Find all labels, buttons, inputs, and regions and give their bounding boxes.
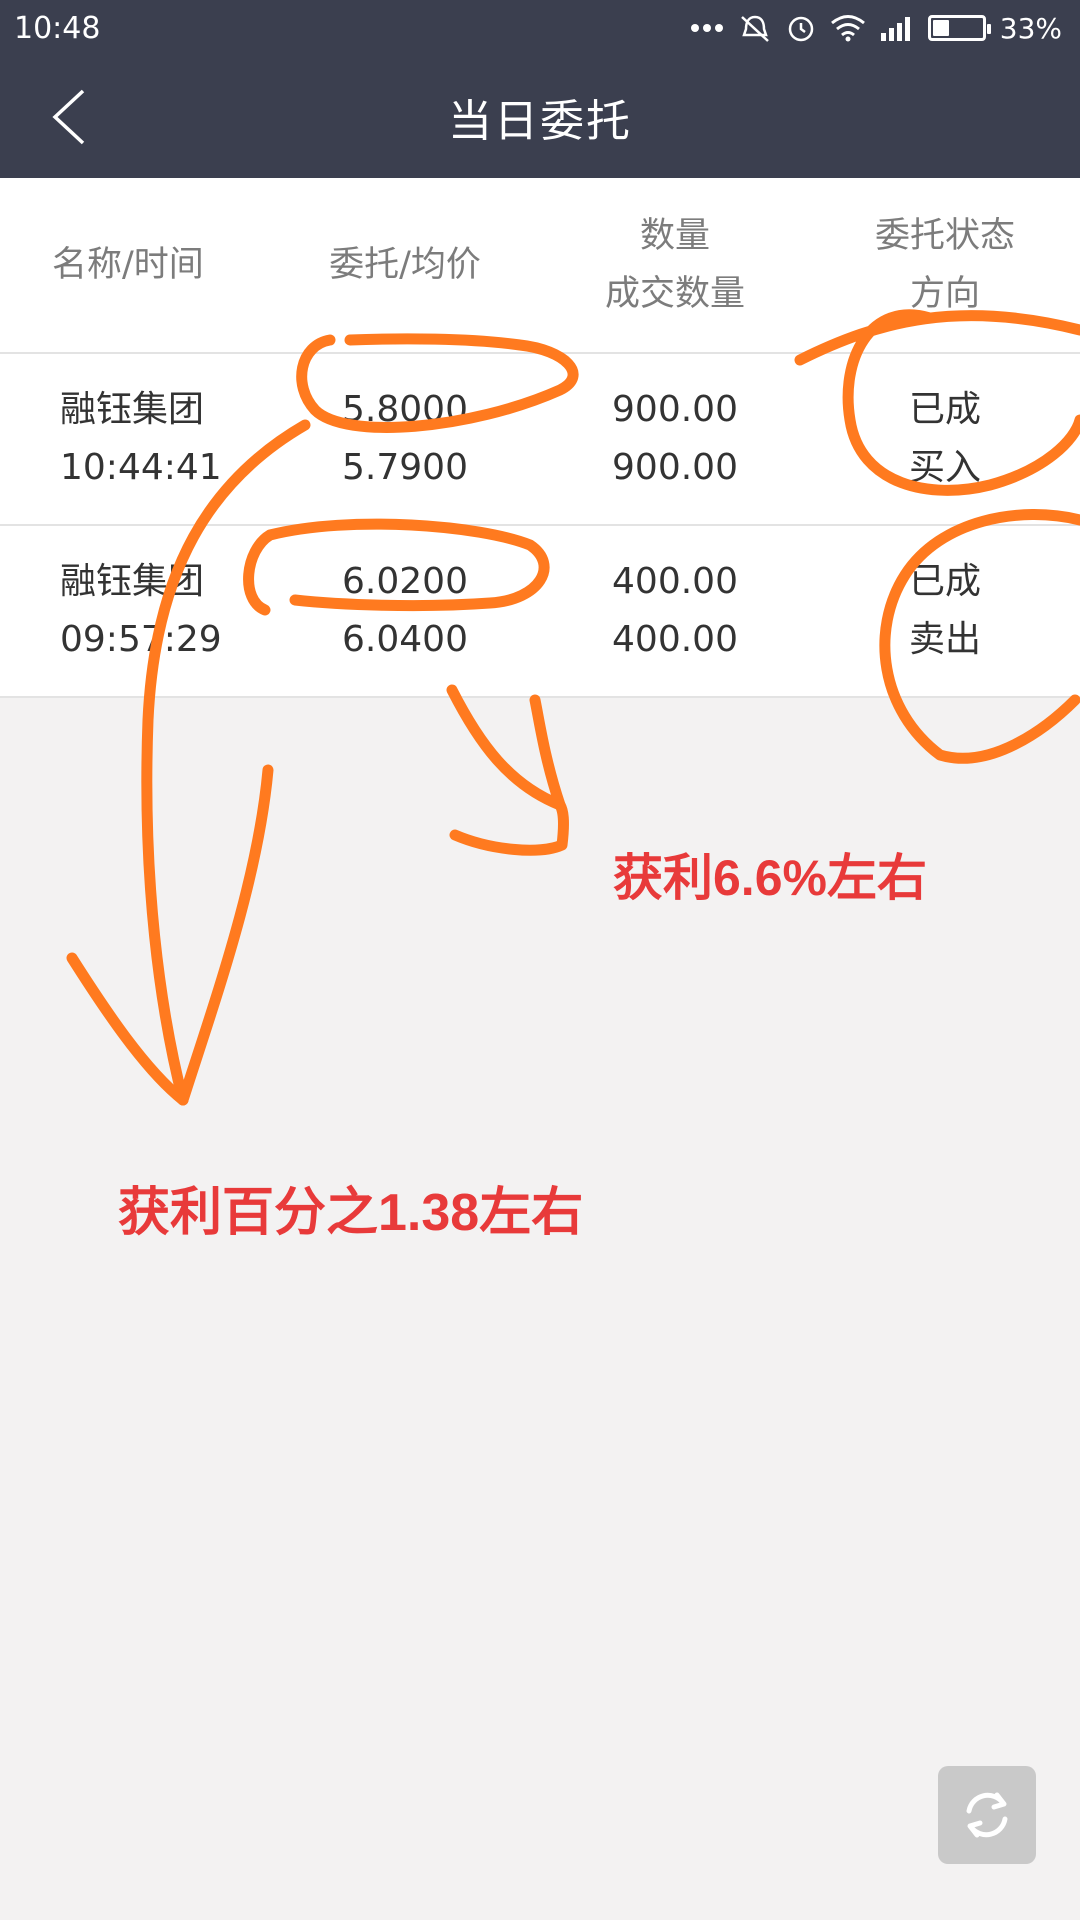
filled-quantity: 400.00 <box>612 619 738 660</box>
header-status: 委托状态 方向 <box>874 216 1015 314</box>
order-price: 5.8000 <box>342 389 468 430</box>
header-price: 委托/均价 <box>329 245 481 285</box>
annotation-note-profit-6-6: 获利6.6%左右 <box>613 850 927 906</box>
stock-name: 融钰集团 <box>60 561 205 602</box>
avg-price: 6.0400 <box>342 619 468 660</box>
table-row[interactable]: 融钰集团 10:44:41 5.8000 5.7900 900.00 900.0… <box>0 354 1080 526</box>
cell-quantity: 900.00 900.00 <box>540 381 810 497</box>
order-time: 09:57:29 <box>60 619 222 660</box>
status-time: 10:48 <box>14 10 101 46</box>
order-status: 已成 <box>908 389 981 430</box>
cell-price: 6.0200 6.0400 <box>270 553 540 669</box>
annotation-arrow-long-head <box>66 952 189 1106</box>
status-icons: 33% <box>690 12 1062 45</box>
order-direction: 买入 <box>908 447 981 488</box>
refresh-icon <box>966 1792 1008 1838</box>
avg-price: 5.7900 <box>342 447 468 488</box>
table-header: 名称/时间 委托/均价 数量 成交数量 委托状态 方向 <box>0 178 1080 354</box>
header-name-time: 名称/时间 <box>52 245 204 285</box>
vibrate-off-icon <box>740 15 769 42</box>
back-button[interactable] <box>24 56 114 178</box>
refresh-button[interactable] <box>938 1766 1036 1864</box>
chevron-left-icon <box>52 89 85 145</box>
table-row[interactable]: 融钰集团 09:57:29 6.0200 6.0400 400.00 400.0… <box>0 526 1080 698</box>
alarm-icon <box>788 16 814 42</box>
annotation-arrow-short <box>446 684 566 811</box>
cell-quantity: 400.00 400.00 <box>540 553 810 669</box>
annotation-arrow-short-base <box>449 799 569 856</box>
cell-name-time: 融钰集团 10:44:41 <box>0 381 270 497</box>
order-time: 10:44:41 <box>60 447 222 488</box>
nav-bar: 当日委托 <box>0 56 1080 178</box>
cell-status: 已成 卖出 <box>810 553 1080 669</box>
cell-status: 已成 买入 <box>810 381 1080 497</box>
more-dots-icon <box>690 24 723 32</box>
page-title: 当日委托 <box>448 96 632 147</box>
order-quantity: 900.00 <box>612 389 738 430</box>
stock-name: 融钰集团 <box>60 389 205 430</box>
order-direction: 卖出 <box>908 619 981 660</box>
signal-icon <box>880 17 910 41</box>
order-status: 已成 <box>908 561 981 602</box>
order-price: 6.0200 <box>342 561 468 602</box>
battery-percent: 33% <box>999 11 1062 45</box>
cell-name-time: 融钰集团 09:57:29 <box>0 553 270 669</box>
wifi-icon <box>830 15 865 42</box>
filled-quantity: 900.00 <box>612 447 738 488</box>
orders-table: 名称/时间 委托/均价 数量 成交数量 委托状态 方向 融钰集团 10:44:4… <box>0 178 1080 698</box>
cell-price: 5.8000 5.7900 <box>270 381 540 497</box>
battery-icon <box>927 15 991 41</box>
order-quantity: 400.00 <box>612 561 738 602</box>
annotation-note-profit-1-38: 获利百分之1.38左右 <box>118 1184 584 1242</box>
status-bar: 10:48 33% <box>0 0 1080 56</box>
header-quantity: 数量 成交数量 <box>604 216 745 314</box>
